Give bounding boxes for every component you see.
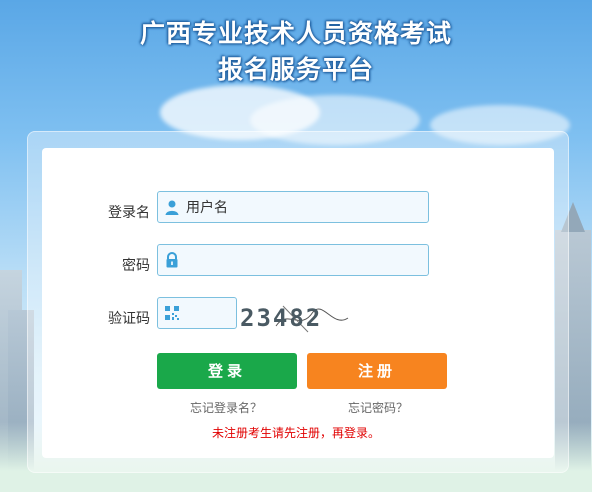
user-icon [165,200,179,215]
username-field[interactable] [157,191,429,223]
password-label: 密码 [122,258,150,274]
captcha-field[interactable] [157,297,237,329]
register-notice: 未注册考生请先注册，再登录。 [211,426,380,440]
password-input[interactable] [186,245,386,275]
lock-icon [166,252,178,268]
captcha-input[interactable] [186,298,234,328]
captcha-text: 23482 [240,304,322,332]
qr-code-icon [165,306,179,320]
forgot-username-link[interactable]: 忘记登录名？ [190,399,262,416]
page-title: 广西专业技术人员资格考试 [139,19,452,48]
username-input[interactable] [186,192,386,222]
page-subtitle: 报名服务平台 [217,55,374,84]
captcha-label: 验证码 [108,311,150,327]
password-field[interactable] [157,244,429,276]
forgot-password-link[interactable]: 忘记密码？ [348,399,408,416]
login-button[interactable]: 登录 [157,353,297,389]
captcha-image[interactable]: 23482 [238,298,358,338]
register-button[interactable]: 注册 [307,353,447,389]
username-label: 登录名 [108,205,150,221]
